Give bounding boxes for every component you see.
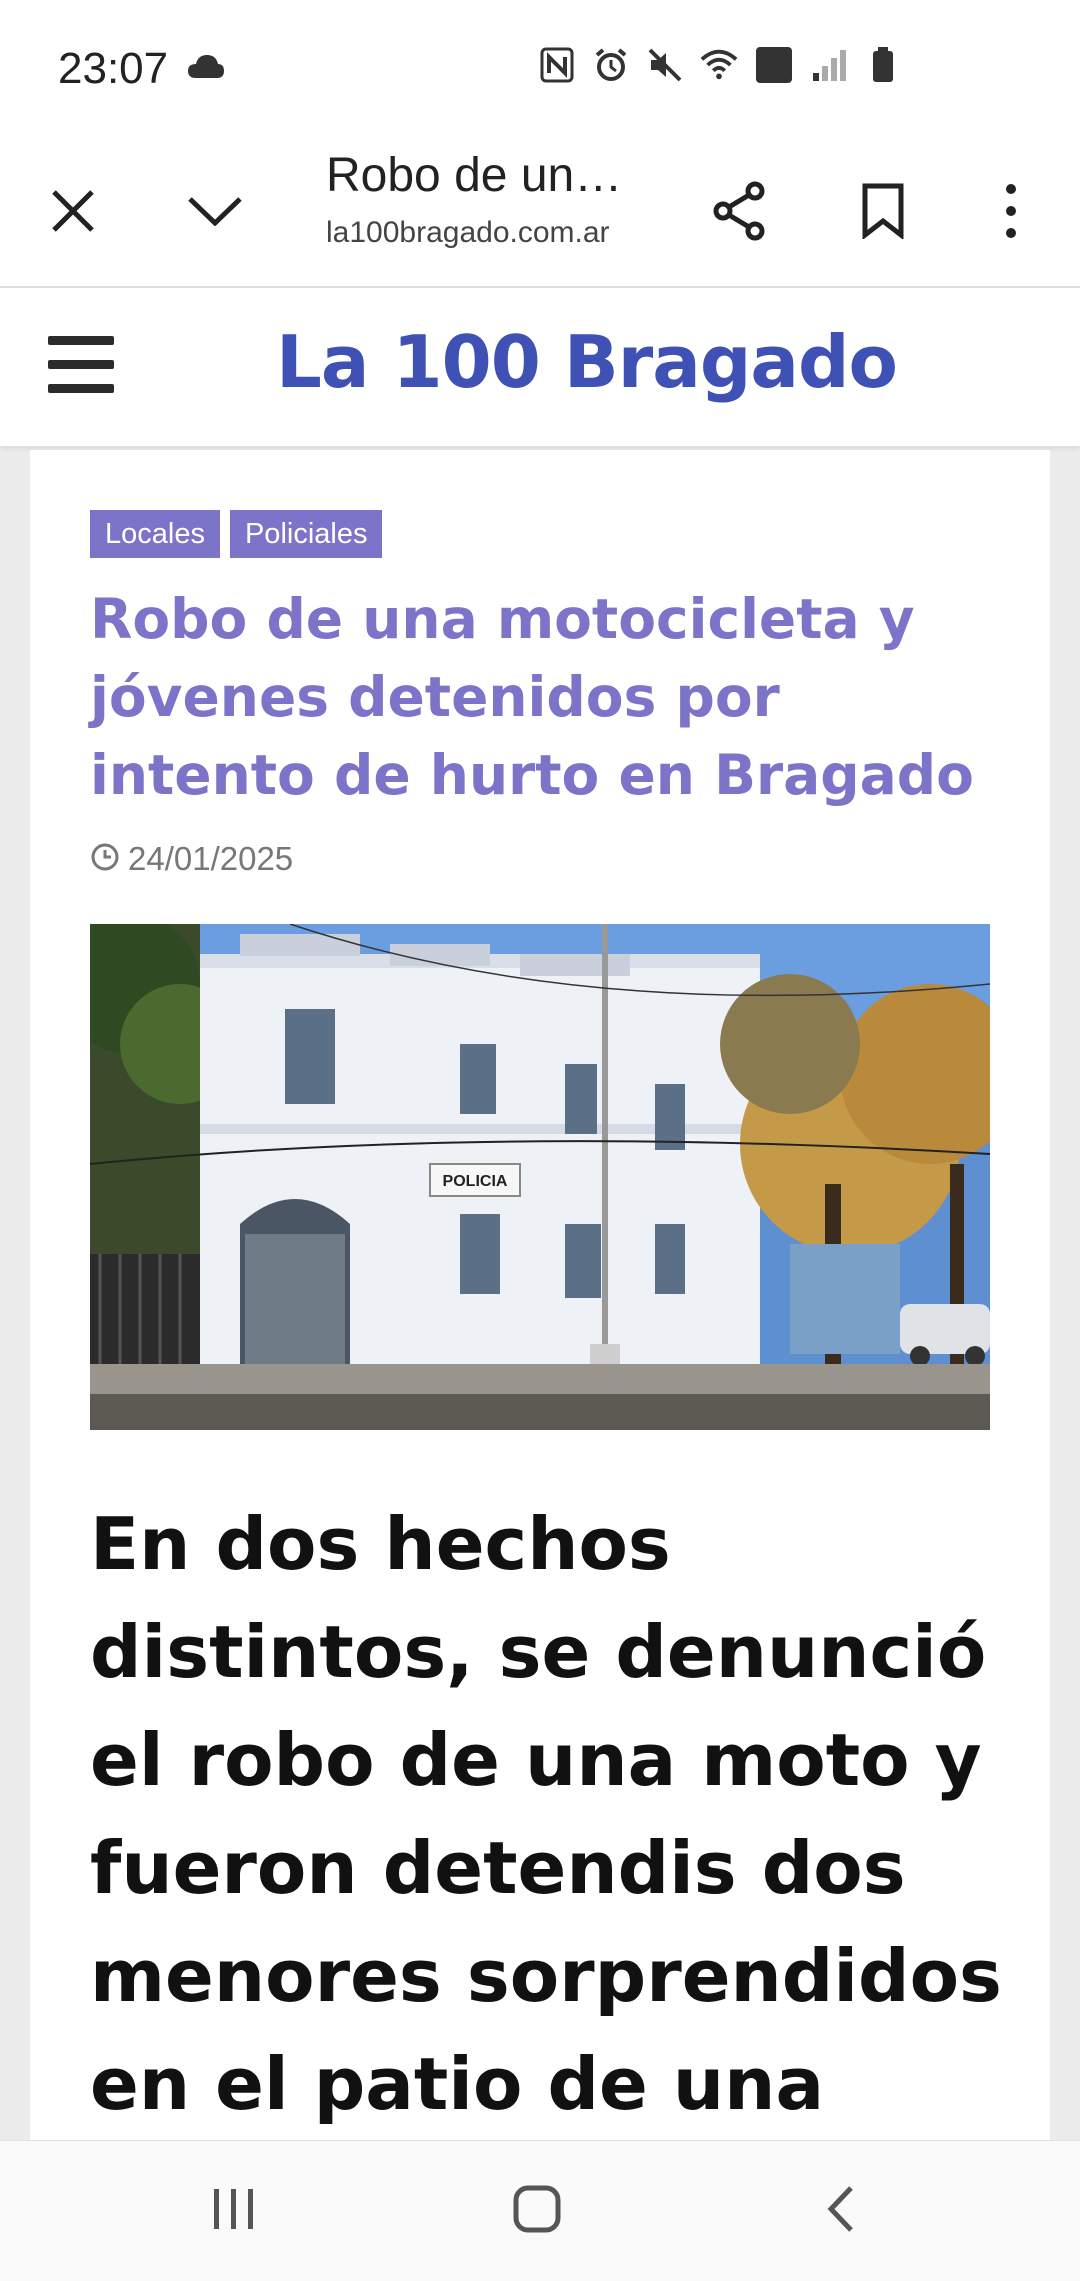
close-icon [50, 188, 96, 239]
bookmark-icon [861, 183, 905, 244]
status-time: 23:07 [58, 44, 169, 93]
page-url: la100bragado.com.ar [326, 216, 610, 249]
status-bar: 23:07 [0, 0, 1080, 140]
share-button[interactable] [694, 168, 784, 258]
site-header: La 100 Bragado [0, 288, 1080, 446]
page-title: Robo de una motocicleta y jóvenes deteni… [326, 149, 626, 202]
article-image: POLICIA [90, 924, 990, 1430]
more-options-button[interactable] [966, 168, 1056, 258]
close-tab-button[interactable] [28, 168, 118, 258]
recent-apps-icon [210, 2187, 258, 2236]
tag-locales[interactable]: Locales [90, 510, 220, 558]
site-logo[interactable]: La 100 Bragado [276, 320, 898, 404]
hamburger-icon [48, 336, 114, 345]
nfc-icon [538, 46, 576, 84]
signal-icon [810, 46, 848, 84]
back-button[interactable] [790, 2171, 890, 2251]
status-icons [538, 46, 902, 84]
custom-tab-bar: Robo de una motocicleta y jóvenes deteni… [0, 140, 1080, 288]
home-icon [512, 2184, 562, 2239]
share-icon [711, 181, 767, 246]
recent-apps-button[interactable] [184, 2171, 284, 2251]
police-sign-text: POLICIA [443, 1173, 508, 1190]
tag-policiales[interactable]: Policiales [229, 510, 383, 558]
back-icon [825, 2184, 855, 2239]
minimize-tab-button[interactable] [170, 168, 260, 258]
cloud-icon [186, 52, 226, 85]
article-lead: En dos hechos distintos, se denunció el … [90, 1502, 1002, 2126]
menu-button[interactable] [48, 336, 114, 396]
bookmark-button[interactable] [838, 168, 928, 258]
category-tags: Locales Policiales [90, 510, 383, 558]
date-text: 24/01/2025 [128, 840, 294, 877]
volte-4g-icon [754, 46, 794, 84]
article-card: Locales Policiales Robo de una motocicle… [30, 450, 1050, 2140]
alarm-icon [592, 46, 630, 84]
clock-icon [90, 842, 120, 877]
home-button[interactable] [487, 2171, 587, 2251]
more-vertical-icon [1003, 183, 1019, 244]
article-headline[interactable]: Robo de una motocicleta y jóvenes deteni… [90, 580, 990, 814]
battery-icon [864, 46, 902, 84]
mute-icon [646, 46, 684, 84]
system-nav-bar [0, 2140, 1080, 2281]
article-date: 24/01/2025 [90, 840, 293, 878]
chevron-down-icon [187, 196, 243, 231]
wifi-icon [700, 46, 738, 84]
